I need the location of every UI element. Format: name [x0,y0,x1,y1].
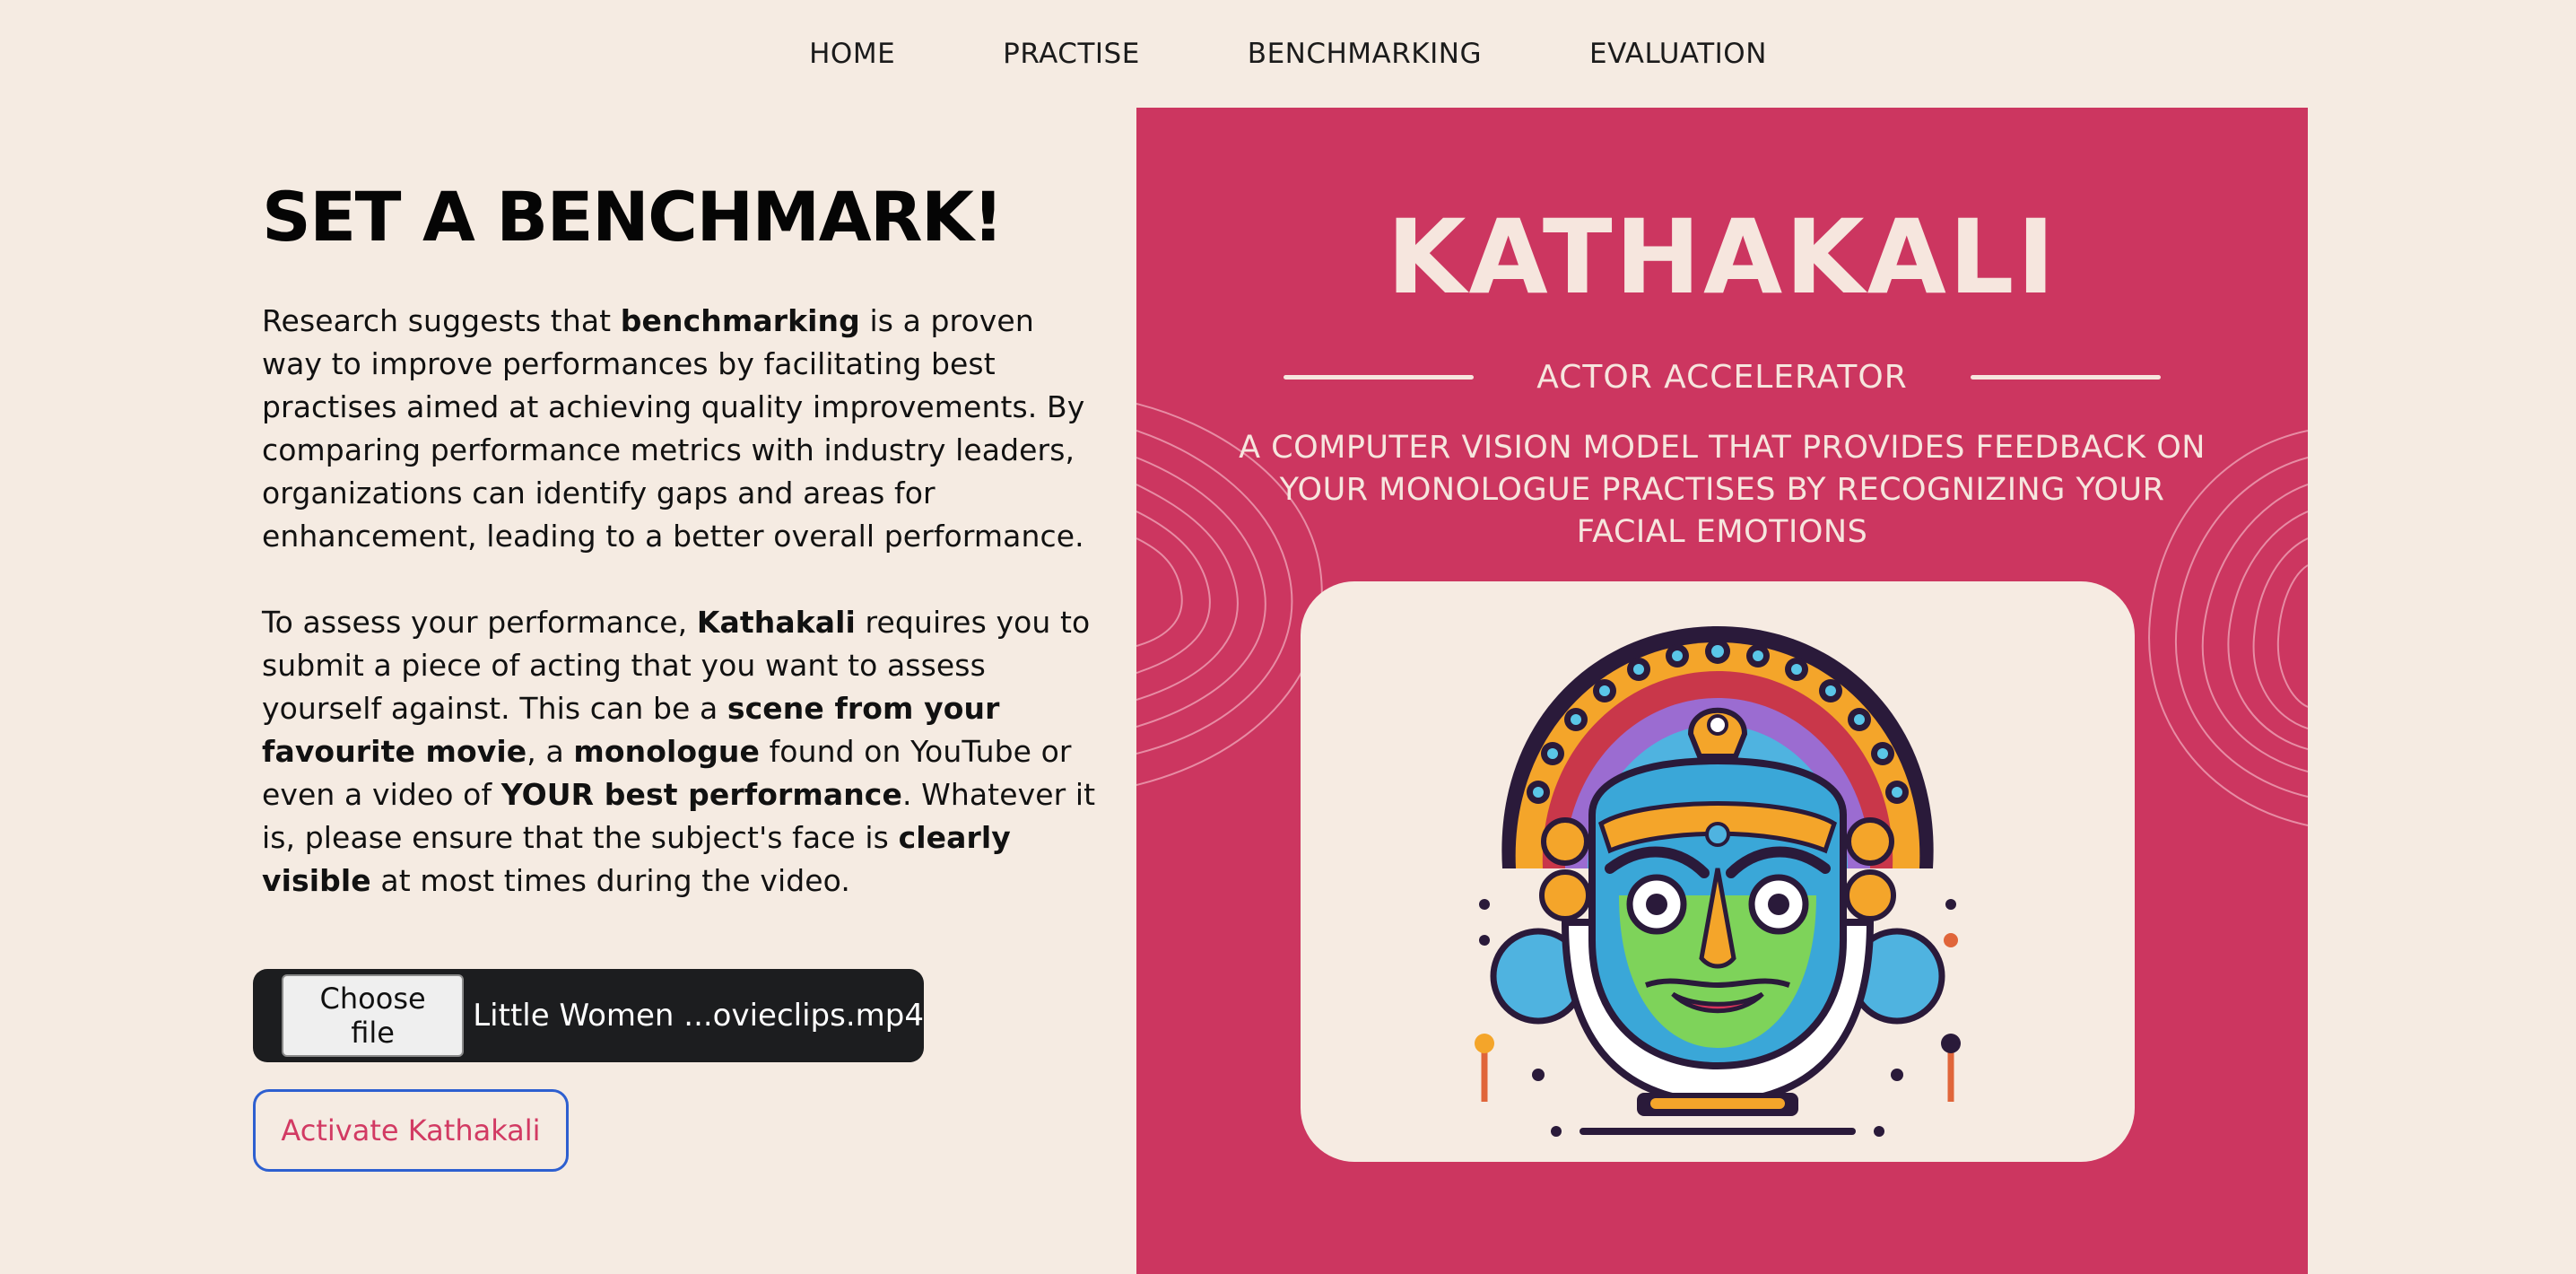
choose-file-button[interactable]: Choose file [282,974,465,1057]
file-upload[interactable]: Choose file Little Women ...ovieclips.mp… [253,969,924,1062]
emphasis-text: Kathakali [696,604,856,640]
nav-evaluation[interactable]: EVALUATION [1589,38,1767,70]
body-text: To assess your performance, [262,604,697,640]
body-text: is a proven way to improve performances … [262,302,1085,554]
brand-tag: ACTOR ACCELERATOR [1536,359,1908,396]
selected-file-name: Little Women ...ovieclips.mp4 [473,998,924,1034]
emphasis-text: benchmarking [620,302,860,338]
nav-practise[interactable]: PRACTISE [1003,38,1140,70]
activate-kathakali-button[interactable]: Activate Kathakali [253,1089,569,1172]
nav-home[interactable]: HOME [809,38,895,70]
body-text: Research suggests that [262,302,621,338]
body-text: , a [527,733,574,769]
emphasis-text: monologue [573,733,760,769]
emphasis-text: YOUR best performance [500,776,902,812]
brand-title: KATHAKALI [1387,197,2058,317]
nav-benchmarking[interactable]: BENCHMARKING [1248,38,1482,70]
kathakali-poster: KATHAKALI ACTOR ACCELERATOR A COMPUTER V… [1136,108,2308,1274]
brand-subtitle: ACTOR ACCELERATOR [1136,359,2308,396]
page-title: SET A BENCHMARK! [262,177,1004,257]
left-divider [1284,375,1475,380]
mask-card [1301,581,2135,1162]
body-text: at most times during the video. [370,862,850,898]
right-divider [1970,375,2161,380]
kathakali-mask-illustration [1475,626,1961,1137]
benchmark-section: SET A BENCHMARK! Research suggests that … [262,179,1096,946]
top-nav: HOME PRACTISE BENCHMARKING EVALUATION [0,0,2576,108]
brand-tagline: A COMPUTER VISION MODEL THAT PROVIDES FE… [1239,430,2206,550]
instructions-paragraph: To assess your performance, Kathakali re… [262,601,1096,903]
intro-paragraph: Research suggests that benchmarking is a… [262,300,1096,558]
